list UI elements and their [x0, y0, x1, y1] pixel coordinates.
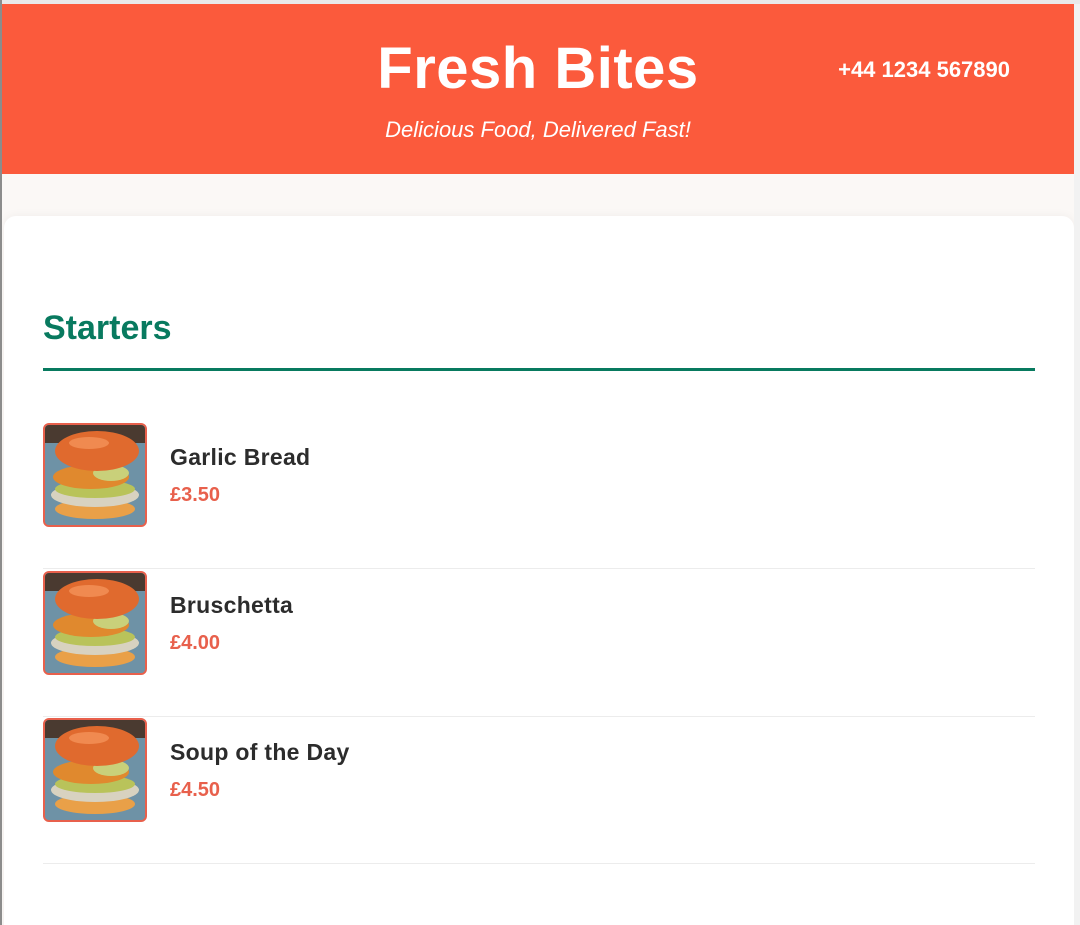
item-name: Soup of the Day [170, 739, 350, 765]
menu-item[interactable]: Garlic Bread £3.50 [43, 423, 1035, 569]
section-divider [43, 368, 1035, 371]
menu-item[interactable]: Bruschetta £4.00 [43, 571, 1035, 717]
site-header: Fresh Bites Delicious Food, Delivered Fa… [2, 4, 1074, 174]
page: Fresh Bites Delicious Food, Delivered Fa… [2, 4, 1074, 925]
burger-photo-icon [43, 423, 147, 527]
menu-card: Starters Garlic Bread £3.50 Bruschetta £… [4, 216, 1074, 925]
burger-photo-icon [43, 718, 147, 822]
item-name: Bruschetta [170, 592, 294, 618]
phone-link[interactable]: +44 1234 567890 [838, 56, 1010, 84]
item-price: £4.50 [170, 779, 221, 801]
section-title: Starters [43, 309, 172, 347]
brand-tagline: Delicious Food, Delivered Fast! [385, 117, 691, 142]
item-price: £3.50 [170, 484, 221, 506]
burger-photo-icon [43, 571, 147, 675]
item-price: £4.00 [170, 632, 221, 654]
item-name: Garlic Bread [170, 444, 311, 470]
menu-item[interactable]: Soup of the Day £4.50 [43, 718, 1035, 864]
